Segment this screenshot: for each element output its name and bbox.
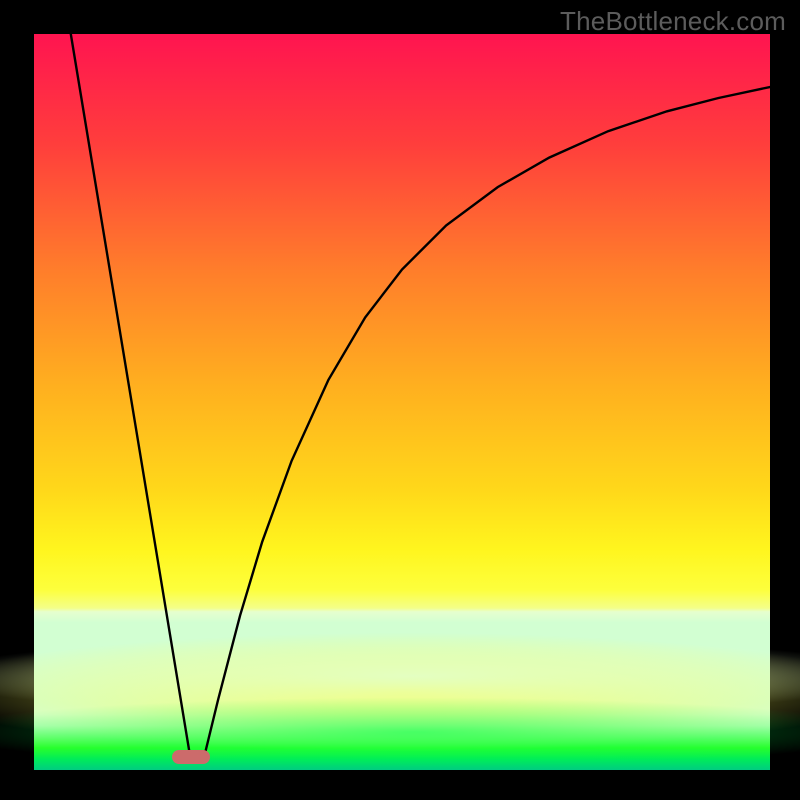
chart-frame: TheBottleneck.com [0,0,800,800]
minimum-marker [172,750,210,764]
curve-right [203,87,770,760]
glow-band-green [0,697,800,767]
curve-left [71,34,191,760]
glow-band-yellow [0,632,800,752]
glow-band-pale [0,636,800,716]
plot-area [34,34,770,770]
curve-svg [34,34,770,770]
watermark-text: TheBottleneck.com [560,6,786,37]
